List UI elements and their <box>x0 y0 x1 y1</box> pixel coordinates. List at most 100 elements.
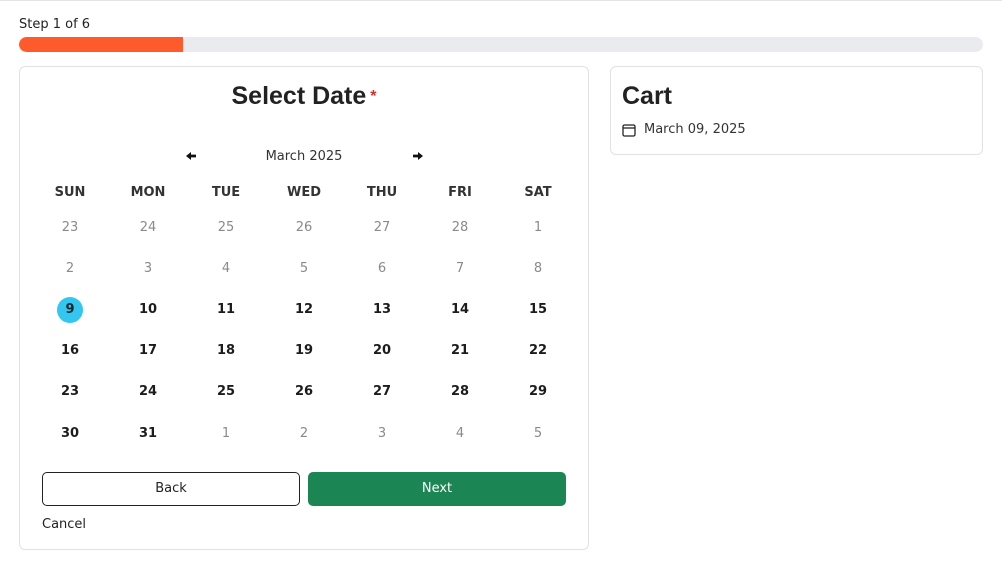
calendar-day-number: 11 <box>216 301 236 317</box>
calendar-day[interactable]: 15 <box>499 297 577 323</box>
calendar-day[interactable]: 10 <box>109 297 187 323</box>
calendar-day[interactable]: 26 <box>265 379 343 405</box>
date-picker-card: Select Date * March 2025 SUN MON TUE WED THU F… <box>19 66 589 550</box>
calendar-day-number: 24 <box>139 219 157 235</box>
calendar-day[interactable]: 31 <box>109 421 187 447</box>
calendar-day[interactable]: 21 <box>421 338 499 364</box>
calendar-day[interactable]: 30 <box>31 421 109 447</box>
calendar-day-number: 7 <box>455 260 465 276</box>
calendar-day[interactable]: 22 <box>499 338 577 364</box>
calendar-day[interactable]: 14 <box>421 297 499 323</box>
calendar-day-number: 2 <box>299 425 309 441</box>
calendar-day-number: 19 <box>294 343 314 359</box>
cart-title: Cart <box>622 82 673 110</box>
calendar-day-number: 23 <box>60 384 80 400</box>
calendar-day-number: 10 <box>138 301 158 317</box>
calendar-grid: SUN MON TUE WED THU FRI SAT 23 24 25 26 27 28 1 2 3 4 5 6… <box>31 179 577 454</box>
weekday-header-row: SUN MON TUE WED THU FRI SAT <box>31 179 577 207</box>
calendar-day-disabled: 26 <box>265 215 343 241</box>
calendar-week-row: 30 31 1 2 3 4 5 <box>31 413 577 454</box>
calendar-day-number: 29 <box>528 384 548 400</box>
calendar-day[interactable]: 12 <box>265 297 343 323</box>
weekday-label: SUN <box>54 185 86 200</box>
calendar-week-row: 2 3 4 5 6 7 8 <box>31 248 577 289</box>
progress-bar-fill <box>19 37 183 52</box>
calendar-day[interactable]: 25 <box>187 379 265 405</box>
calendar-day-number: 4 <box>221 260 231 276</box>
calendar-day[interactable]: 29 <box>499 379 577 405</box>
calendar-day[interactable]: 24 <box>109 379 187 405</box>
calendar-day-number: 16 <box>60 343 80 359</box>
calendar-day[interactable]: 18 <box>187 338 265 364</box>
arrow-right-icon[interactable] <box>408 147 428 167</box>
required-marker: * <box>370 88 377 106</box>
progress-bar <box>19 37 983 52</box>
calendar-day[interactable]: 23 <box>31 379 109 405</box>
calendar-day-number: 3 <box>143 260 153 276</box>
calendar-day-number: 22 <box>528 343 548 359</box>
calendar-day-number: 23 <box>61 219 79 235</box>
calendar-day-disabled: 3 <box>109 256 187 282</box>
calendar-day[interactable]: 28 <box>421 379 499 405</box>
calendar-day-number: 28 <box>450 384 470 400</box>
calendar-day-disabled: 1 <box>499 215 577 241</box>
calendar-day-number: 25 <box>216 384 236 400</box>
calendar-day-number: 18 <box>216 343 236 359</box>
calendar-day-number: 28 <box>451 219 469 235</box>
calendar-day-disabled: 1 <box>187 421 265 447</box>
calendar-day-number: 14 <box>450 301 470 317</box>
calendar-day-disabled: 25 <box>187 215 265 241</box>
cart-date-text: March 09, 2025 <box>644 122 746 137</box>
calendar-day-number: 17 <box>138 343 158 359</box>
calendar-day-number: 1 <box>221 425 231 441</box>
calendar-day-selected[interactable]: 9 <box>31 296 109 323</box>
calendar-day-number: 12 <box>294 301 314 317</box>
calendar-day[interactable]: 16 <box>31 338 109 364</box>
calendar-day-number: 3 <box>377 425 387 441</box>
weekday-label: SAT <box>524 185 552 200</box>
calendar-day-disabled: 27 <box>343 215 421 241</box>
cart-date-item: March 09, 2025 <box>622 122 746 137</box>
calendar-day-number: 1 <box>533 219 543 235</box>
cancel-link[interactable]: Cancel <box>42 517 86 532</box>
calendar-day-number: 5 <box>299 260 309 276</box>
date-picker-title: Select Date * <box>20 82 588 111</box>
calendar-day-number: 21 <box>450 343 470 359</box>
calendar-day-disabled: 3 <box>343 421 421 447</box>
cart-card: Cart March 09, 2025 <box>610 66 983 155</box>
calendar-day-disabled: 28 <box>421 215 499 241</box>
month-navigation: March 2025 <box>20 147 588 169</box>
calendar-day-number: 8 <box>533 260 543 276</box>
calendar-day-number: 26 <box>295 219 313 235</box>
calendar-day-disabled: 5 <box>265 256 343 282</box>
calendar-day-disabled: 24 <box>109 215 187 241</box>
weekday-label: MON <box>130 185 166 200</box>
calendar-day[interactable]: 27 <box>343 379 421 405</box>
calendar-icon <box>622 123 636 137</box>
calendar-day[interactable]: 11 <box>187 297 265 323</box>
weekday-label: TUE <box>211 185 241 200</box>
calendar-day-number: 26 <box>294 384 314 400</box>
calendar-day[interactable]: 17 <box>109 338 187 364</box>
calendar-day-disabled: 4 <box>187 256 265 282</box>
weekday-label: FRI <box>448 185 472 200</box>
calendar-day-disabled: 2 <box>265 421 343 447</box>
calendar-day[interactable]: 20 <box>343 338 421 364</box>
calendar-weeks: 23 24 25 26 27 28 1 2 3 4 5 6 7 8 9 10 11 12 13 14 15 16 17 18 1… <box>31 207 577 454</box>
weekday-label: THU <box>366 185 398 200</box>
next-button[interactable]: Next <box>308 472 566 506</box>
calendar-day-disabled: 5 <box>499 421 577 447</box>
calendar-week-row: 23 24 25 26 27 28 1 <box>31 207 577 248</box>
calendar-day-number: 13 <box>372 301 392 317</box>
back-button[interactable]: Back <box>42 472 300 506</box>
calendar-day[interactable]: 19 <box>265 338 343 364</box>
calendar-day-disabled: 8 <box>499 256 577 282</box>
calendar-day[interactable]: 13 <box>343 297 421 323</box>
calendar-day-number: 24 <box>138 384 158 400</box>
calendar-day-number: 25 <box>217 219 235 235</box>
calendar-day-disabled: 6 <box>343 256 421 282</box>
calendar-day-disabled: 23 <box>31 215 109 241</box>
step-indicator: Step 1 of 6 <box>19 17 91 32</box>
calendar-day-disabled: 7 <box>421 256 499 282</box>
calendar-day-number: 30 <box>60 425 80 441</box>
